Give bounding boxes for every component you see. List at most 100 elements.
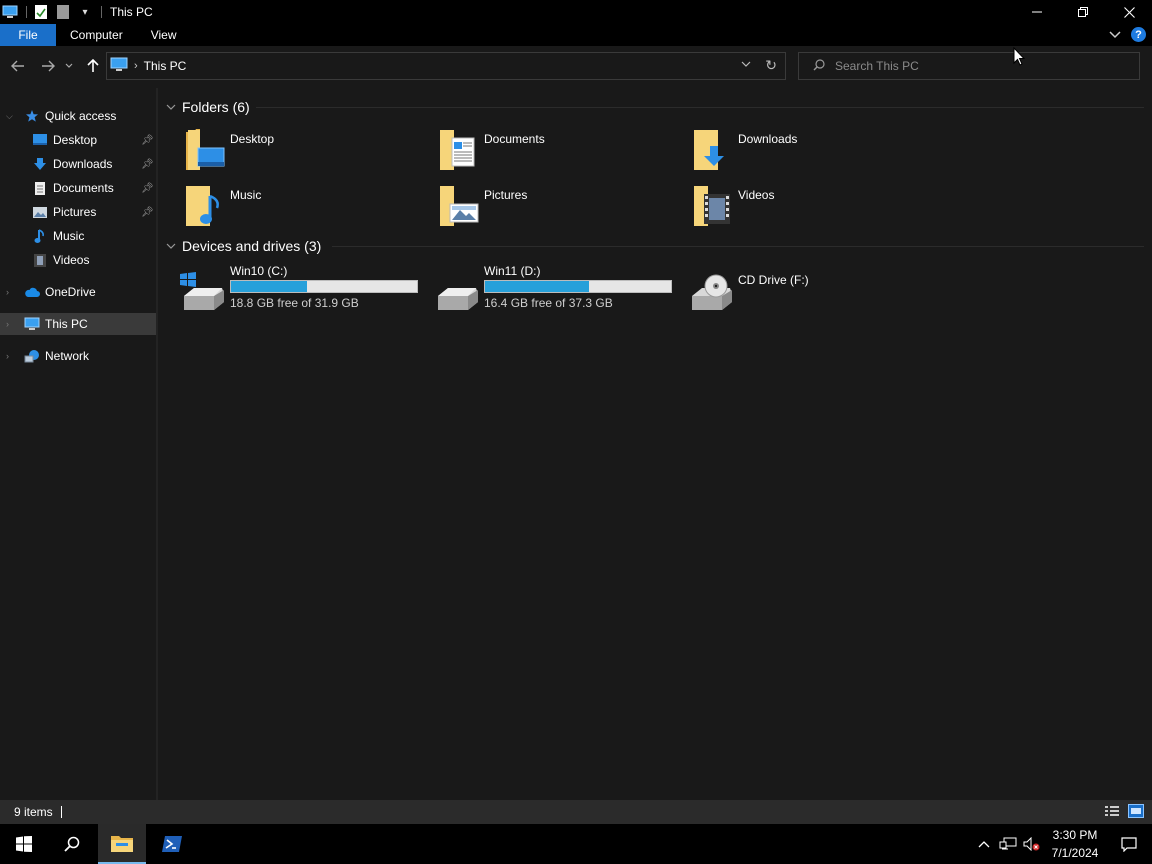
folder-label: Videos bbox=[738, 188, 775, 202]
separator bbox=[26, 6, 27, 18]
clock-time: 3:30 PM bbox=[1052, 828, 1098, 842]
folder-desktop[interactable]: Desktop bbox=[184, 128, 434, 176]
pictures-folder-icon bbox=[438, 184, 482, 228]
close-button[interactable] bbox=[1106, 0, 1152, 24]
hard-drive-icon bbox=[434, 272, 478, 312]
sidebar-item-this-pc[interactable]: › This PC bbox=[0, 313, 156, 335]
sidebar-item-label: Documents bbox=[53, 181, 114, 195]
folder-downloads[interactable]: Downloads bbox=[692, 128, 942, 176]
address-bar[interactable]: › This PC ↻ bbox=[106, 52, 786, 80]
properties-icon[interactable] bbox=[33, 4, 49, 20]
sidebar-item-desktop[interactable]: Desktop 📌︎ bbox=[0, 129, 156, 151]
sidebar-item-label: Desktop bbox=[53, 133, 98, 147]
new-folder-icon[interactable] bbox=[55, 4, 71, 20]
sidebar-item-documents[interactable]: Documents 📌︎ bbox=[0, 177, 156, 199]
recent-locations-button[interactable] bbox=[62, 56, 76, 76]
folder-pictures[interactable]: Pictures bbox=[438, 184, 688, 232]
sidebar-item-music[interactable]: Music bbox=[0, 225, 156, 247]
drives-group-header[interactable]: Devices and drives (3) bbox=[166, 236, 321, 256]
group-divider bbox=[256, 107, 1144, 108]
up-button[interactable] bbox=[83, 56, 103, 76]
file-list-area: Folders (6) Desktop Documents Downloads … bbox=[160, 88, 1152, 800]
sidebar-item-downloads[interactable]: Downloads 📌︎ bbox=[0, 153, 156, 175]
folders-group-header[interactable]: Folders (6) bbox=[166, 97, 250, 117]
expand-icon[interactable]: › bbox=[6, 287, 9, 297]
pin-icon: 📌︎ bbox=[141, 182, 154, 194]
expand-icon[interactable]: › bbox=[6, 319, 9, 329]
folder-videos[interactable]: Videos bbox=[692, 184, 942, 232]
sidebar-item-network[interactable]: › Network bbox=[0, 345, 156, 367]
chevron-down-icon bbox=[166, 102, 176, 113]
taskbar-file-explorer[interactable] bbox=[98, 824, 146, 864]
group-title: Devices and drives (3) bbox=[182, 238, 322, 254]
customize-dropdown-icon[interactable]: ▾ bbox=[77, 4, 93, 20]
notification-icon bbox=[1121, 836, 1137, 852]
breadcrumb-this-pc[interactable]: This PC bbox=[144, 59, 187, 73]
computer-icon bbox=[110, 57, 128, 75]
search-box[interactable] bbox=[798, 52, 1140, 80]
expand-icon[interactable]: ⌵ bbox=[6, 111, 13, 122]
navigation-bar: › This PC ↻ bbox=[0, 46, 1152, 88]
sidebar-item-quick-access[interactable]: ⌵ Quick access bbox=[0, 105, 156, 127]
separator bbox=[101, 6, 102, 18]
arrow-right-icon bbox=[42, 60, 55, 72]
chevron-up-icon bbox=[978, 841, 990, 848]
taskbar: 3:30 PM 7/1/2024 bbox=[0, 824, 1152, 864]
help-icon[interactable]: ? bbox=[1131, 27, 1146, 42]
forward-button[interactable] bbox=[38, 56, 58, 76]
drive-d[interactable]: Win11 (D:) 16.4 GB free of 37.3 GB bbox=[434, 264, 684, 316]
network-status-button[interactable] bbox=[996, 837, 1020, 851]
pane-splitter[interactable] bbox=[156, 88, 158, 800]
show-hidden-icons-button[interactable] bbox=[972, 840, 996, 848]
details-view-icon[interactable] bbox=[1104, 804, 1120, 821]
window-title: This PC bbox=[110, 5, 153, 19]
group-divider bbox=[332, 246, 1144, 247]
chevron-down-icon bbox=[65, 63, 73, 68]
folder-label: Music bbox=[230, 188, 262, 202]
drive-name: Win10 (C:) bbox=[230, 264, 288, 278]
refresh-icon[interactable]: ↻ bbox=[765, 57, 777, 74]
folder-label: Documents bbox=[484, 132, 545, 146]
videos-icon bbox=[32, 252, 48, 268]
minimize-button[interactable] bbox=[1014, 0, 1060, 24]
file-explorer-icon bbox=[111, 836, 133, 852]
drive-usage-fill bbox=[231, 281, 308, 292]
expand-ribbon-icon[interactable] bbox=[1109, 28, 1121, 42]
sidebar-item-videos[interactable]: Videos bbox=[0, 249, 156, 271]
drive-f[interactable]: CD Drive (F:) bbox=[688, 264, 938, 316]
search-input[interactable] bbox=[835, 59, 1115, 73]
drive-free-space: 16.4 GB free of 37.3 GB bbox=[484, 296, 613, 310]
title-bar: ▾ This PC bbox=[0, 0, 1152, 24]
music-folder-icon bbox=[184, 184, 228, 228]
folder-label: Pictures bbox=[484, 188, 528, 202]
breadcrumb-separator-icon[interactable]: › bbox=[134, 60, 138, 72]
expand-icon[interactable]: › bbox=[6, 351, 9, 361]
folder-documents[interactable]: Documents bbox=[438, 128, 688, 176]
sidebar-item-pictures[interactable]: Pictures 📌︎ bbox=[0, 201, 156, 223]
start-button[interactable] bbox=[0, 824, 48, 864]
computer-icon bbox=[24, 316, 40, 332]
pin-icon: 📌︎ bbox=[141, 206, 154, 218]
cd-drive-icon bbox=[688, 272, 732, 312]
taskbar-powershell[interactable] bbox=[148, 824, 196, 864]
large-icons-view-icon[interactable] bbox=[1128, 804, 1144, 821]
sidebar-item-label: OneDrive bbox=[45, 285, 96, 299]
action-center-button[interactable] bbox=[1106, 836, 1152, 852]
restore-button[interactable] bbox=[1060, 0, 1106, 24]
network-icon bbox=[24, 348, 40, 364]
tab-view[interactable]: View bbox=[137, 24, 191, 46]
tab-file[interactable]: File bbox=[0, 24, 56, 46]
drive-free-space: 18.8 GB free of 31.9 GB bbox=[230, 296, 359, 310]
volume-button[interactable] bbox=[1020, 837, 1044, 851]
address-dropdown-icon[interactable] bbox=[741, 58, 751, 70]
pin-icon: 📌︎ bbox=[141, 134, 154, 146]
search-button[interactable] bbox=[48, 824, 96, 864]
tab-computer[interactable]: Computer bbox=[56, 24, 137, 46]
documents-folder-icon bbox=[438, 128, 482, 172]
sidebar-item-onedrive[interactable]: › OneDrive bbox=[0, 281, 156, 303]
drive-c[interactable]: Win10 (C:) 18.8 GB free of 31.9 GB bbox=[180, 264, 430, 316]
clock[interactable]: 3:30 PM 7/1/2024 bbox=[1044, 826, 1106, 862]
folder-music[interactable]: Music bbox=[184, 184, 434, 232]
group-title: Folders (6) bbox=[182, 99, 250, 115]
back-button[interactable] bbox=[8, 56, 28, 76]
